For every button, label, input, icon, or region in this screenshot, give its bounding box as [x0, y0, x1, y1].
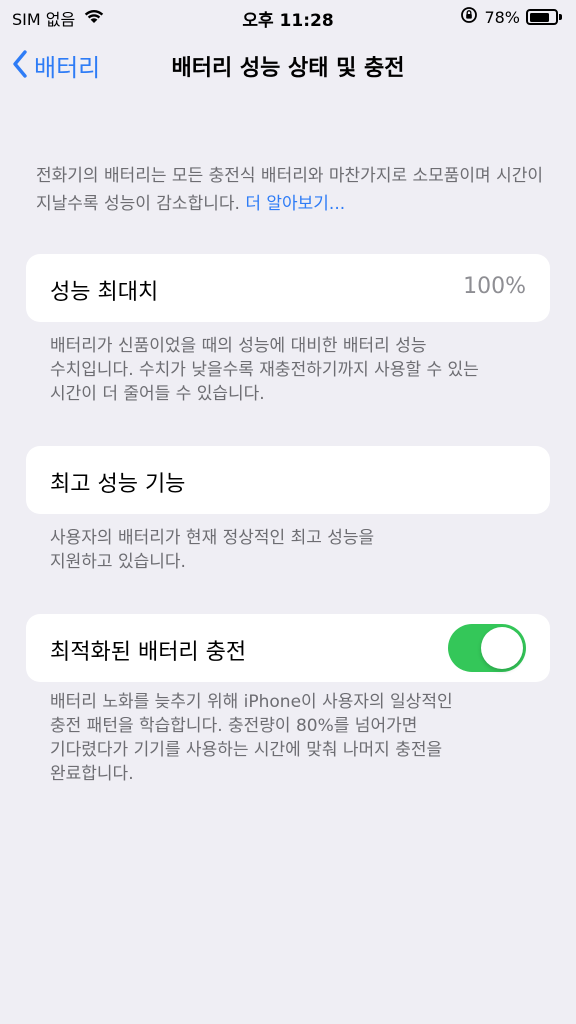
footnote-line: 완료합니다.	[50, 764, 134, 784]
toggle-knob	[481, 627, 523, 669]
max-capacity-row: 성능 최대치 100%	[26, 254, 550, 322]
orientation-lock-icon	[460, 6, 478, 28]
learn-more-link[interactable]: 더 알아보기...	[245, 194, 345, 214]
peak-performance-footnote: 사용자의 배터리가 현재 정상적인 최고 성능을 지원하고 있습니다.	[50, 526, 550, 574]
optimized-charging-toggle[interactable]	[448, 624, 526, 672]
footnote-line: 지원하고 있습니다.	[50, 552, 186, 572]
footnote-line: 수치입니다. 수치가 낮을수록 재충전하기까지 사용할 수 있는	[50, 360, 479, 380]
max-capacity-footnote: 배터리가 신품이었을 때의 성능에 대비한 배터리 성능 수치입니다. 수치가 …	[50, 334, 550, 406]
footnote-line: 기다렸다가 기기를 사용하는 시간에 맞춰 나머지 충전을	[50, 740, 443, 760]
max-capacity-value: 100%	[463, 274, 526, 299]
status-right: 78%	[460, 6, 562, 28]
intro-text: 전화기의 배터리는 모든 충전식 배터리와 마찬가지로 소모품이며 시간이 지날…	[36, 162, 546, 218]
peak-performance-label: 최고 성능 기능	[50, 472, 186, 497]
battery-icon	[526, 9, 562, 25]
footnote-line: 충전 패턴을 학습합니다. 충전량이 80%를 넘어가면	[50, 716, 418, 736]
footnote-line: 배터리가 신품이었을 때의 성능에 대비한 배터리 성능	[50, 336, 427, 356]
max-capacity-label: 성능 최대치	[50, 280, 159, 305]
footnote-line: 시간이 더 줄어들 수 있습니다.	[50, 384, 265, 404]
page-title: 배터리 성능 상태 및 충전	[171, 56, 405, 81]
peak-performance-row: 최고 성능 기능	[26, 446, 550, 514]
optimized-charging-row: 최적화된 배터리 충전	[26, 614, 550, 682]
battery-percent: 78%	[484, 7, 520, 27]
optimized-charging-footnote: 배터리 노화를 늦추기 위해 iPhone이 사용자의 일상적인 충전 패턴을 …	[50, 690, 550, 786]
footnote-line: 사용자의 배터리가 현재 정상적인 최고 성능을	[50, 528, 375, 548]
navigation-bar: 배터리 배터리 성능 상태 및 충전	[0, 40, 576, 92]
status-bar: SIM 없음 오후 11:28 78%	[0, 0, 576, 34]
optimized-charging-label: 최적화된 배터리 충전	[50, 640, 247, 665]
footnote-line: 배터리 노화를 늦추기 위해 iPhone이 사용자의 일상적인	[50, 692, 453, 712]
